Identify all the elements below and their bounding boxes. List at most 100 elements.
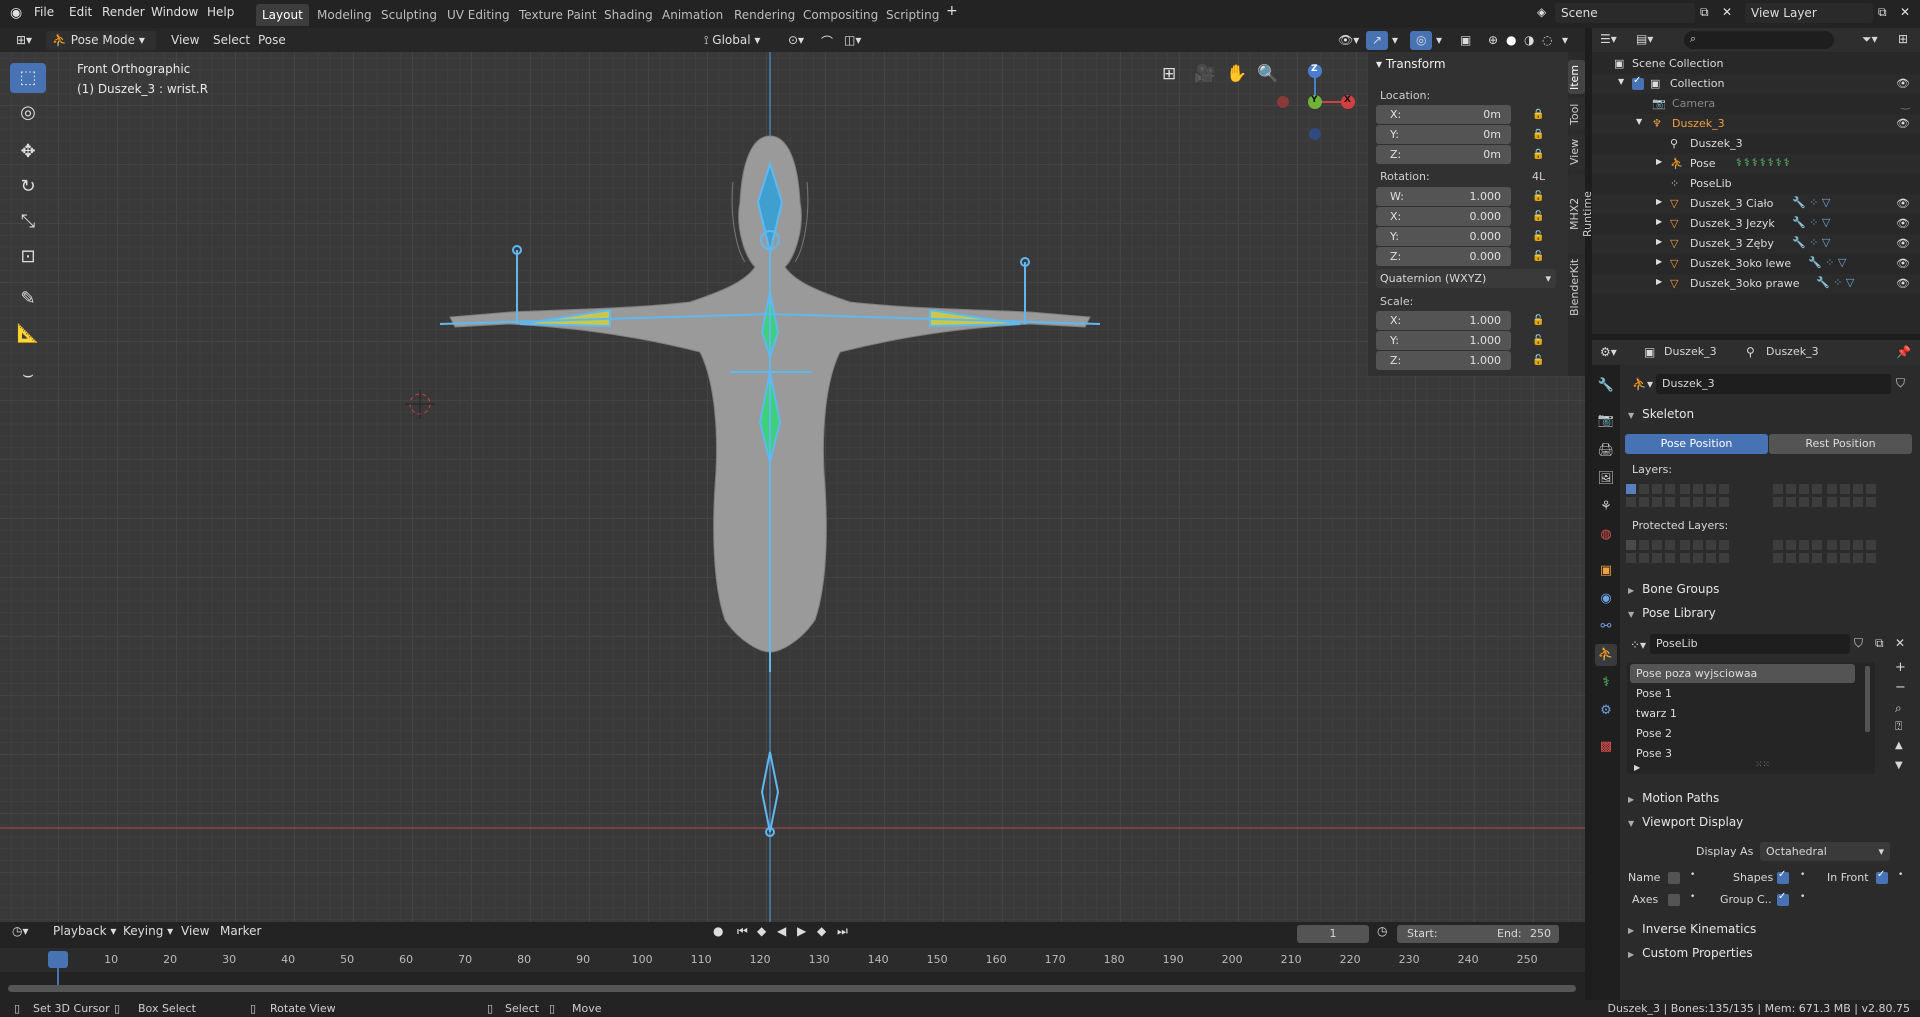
scale-x-field[interactable]: X: 1.000 xyxy=(1376,311,1511,330)
timeline-scrollbar[interactable] xyxy=(8,985,1576,992)
zoom-icon[interactable]: 🔍 xyxy=(1257,64,1278,84)
transform-tool-icon[interactable]: ⊡ xyxy=(10,242,46,272)
jump-start-icon[interactable]: ⏮ xyxy=(737,924,748,939)
timeline-editor-icon[interactable]: ◷▾ xyxy=(12,924,29,938)
tab-rendering[interactable]: Rendering xyxy=(728,4,801,26)
axes-checkbox[interactable] xyxy=(1668,894,1680,906)
layer-toggle[interactable] xyxy=(1705,539,1717,551)
overlay-dropdown-icon[interactable]: ▾ xyxy=(1430,31,1448,50)
remove-pose-icon[interactable]: − xyxy=(1895,680,1906,695)
grid-view-icon[interactable]: ⊞ xyxy=(1162,64,1176,84)
unlock-icon[interactable]: 🔓 xyxy=(1532,211,1544,222)
play-reverse-icon[interactable]: ◀ xyxy=(777,924,786,938)
new-collection-icon[interactable]: ⊞ xyxy=(1898,32,1908,46)
apply-pose-icon[interactable]: ⍰ xyxy=(1895,719,1902,734)
mode-selector[interactable]: ⛹ Pose Mode ▾ xyxy=(46,31,156,50)
layer-toggle[interactable] xyxy=(1826,552,1838,564)
layer-toggle[interactable] xyxy=(1772,496,1784,508)
layer-toggle[interactable] xyxy=(1839,539,1851,551)
resize-handle-icon[interactable]: ⁙⁙ xyxy=(1755,760,1770,770)
gizmo-y-label[interactable]: Y xyxy=(1311,95,1318,105)
outliner-row-armature-data[interactable]: ⚲ Duszek_3 xyxy=(1592,134,1920,154)
menu-render[interactable]: Render xyxy=(102,5,145,19)
list-item-selected[interactable]: Pose poza wyjsciowaa xyxy=(1630,664,1855,683)
move-up-icon[interactable]: ▲ xyxy=(1895,740,1903,751)
menu-playback[interactable]: Playback ▾ xyxy=(53,924,116,938)
eye-closed-icon[interactable]: ‿ xyxy=(1901,97,1910,110)
fake-user-shield-icon[interactable]: ⛉ xyxy=(1854,636,1863,651)
physics-tab-icon[interactable]: ◉ xyxy=(1595,588,1617,610)
bone-tab-icon[interactable]: ⚕ xyxy=(1595,672,1617,694)
play-icon[interactable]: ▶ xyxy=(797,924,806,938)
rotation-w-field[interactable]: W: 1.000 xyxy=(1376,187,1511,206)
layer-toggle[interactable] xyxy=(1852,496,1864,508)
eye-icon[interactable]: 👁 xyxy=(1896,77,1910,90)
layer-toggle[interactable] xyxy=(1651,483,1663,495)
output-tab-icon[interactable]: 🖨 xyxy=(1595,440,1617,462)
layer-toggle[interactable] xyxy=(1692,483,1704,495)
tab-layout[interactable]: Layout xyxy=(256,4,309,26)
layer-toggle[interactable] xyxy=(1692,552,1704,564)
constraints-tab-icon[interactable]: ⚯ xyxy=(1595,616,1617,638)
menu-marker[interactable]: Marker xyxy=(220,924,261,938)
layer-toggle[interactable] xyxy=(1772,539,1784,551)
layer-toggle[interactable] xyxy=(1772,552,1784,564)
rotate-tool-icon[interactable]: ↻ xyxy=(10,172,46,202)
layer-toggle[interactable] xyxy=(1798,483,1810,495)
3d-viewport[interactable]: Z Y X Front Orthographic (1) Duszek_3 : … xyxy=(0,52,1585,922)
annotate-tool-icon[interactable]: ✎ xyxy=(10,284,46,314)
transform-panel-title[interactable]: ▾ Transform xyxy=(1376,57,1446,71)
layer-toggle[interactable] xyxy=(1692,539,1704,551)
layer-toggle[interactable] xyxy=(1705,552,1717,564)
outliner-row-scene-collection[interactable]: ▣ Scene Collection xyxy=(1592,54,1920,74)
scene-selector[interactable]: Scene xyxy=(1555,3,1695,23)
rotation-z-field[interactable]: Z: 0.000 xyxy=(1376,247,1511,266)
inverse-kinematics-panel-header[interactable]: ▶ Inverse Kinematics xyxy=(1628,922,1756,936)
pivot-icon[interactable]: ⊙▾ xyxy=(782,31,810,50)
menu-pose[interactable]: Pose xyxy=(252,31,292,50)
tab-scripting[interactable]: Scripting xyxy=(880,4,945,26)
editor-type-icon[interactable]: ⊞▾ xyxy=(10,31,38,50)
layer-toggle[interactable] xyxy=(1865,552,1877,564)
layer-toggle[interactable] xyxy=(1664,552,1676,564)
menu-keying[interactable]: Keying ▾ xyxy=(123,924,173,938)
menu-window[interactable]: Window xyxy=(151,5,198,19)
filter-icon[interactable]: ⏷▾ xyxy=(1862,32,1878,47)
rotation-y-field[interactable]: Y: 0.000 xyxy=(1376,227,1511,246)
location-y-field[interactable]: Y: 0m xyxy=(1376,125,1511,144)
unlock-icon[interactable]: 🔓 xyxy=(1532,335,1544,346)
armature-name-field[interactable]: Duszek_3 xyxy=(1656,374,1891,394)
filter-expand-icon[interactable]: ▶ xyxy=(1634,763,1640,772)
layer-toggle[interactable] xyxy=(1852,483,1864,495)
menu-timeline-view[interactable]: View xyxy=(181,924,209,938)
layer-toggle[interactable] xyxy=(1839,483,1851,495)
layer-toggle[interactable] xyxy=(1664,539,1676,551)
jump-end-icon[interactable]: ⏭ xyxy=(837,924,848,939)
fake-user-shield-icon[interactable]: ⛉ xyxy=(1896,376,1905,391)
copy-scene-icon[interactable]: ⧉ xyxy=(1700,5,1709,20)
layer-toggle[interactable] xyxy=(1705,496,1717,508)
layer-toggle[interactable] xyxy=(1718,539,1730,551)
tab-item[interactable]: Item xyxy=(1568,60,1585,94)
tab-texture-paint[interactable]: Texture Paint xyxy=(513,4,602,26)
eye-icon[interactable]: 👁 xyxy=(1896,277,1910,290)
keyframe-dot-icon[interactable]: • xyxy=(1690,892,1695,902)
select-box-tool-icon[interactable]: ⬚ xyxy=(10,63,46,93)
visibility-icon[interactable]: 👁▾ xyxy=(1332,31,1365,50)
pan-hand-icon[interactable]: ✋ xyxy=(1226,64,1247,84)
layer-toggle[interactable] xyxy=(1785,496,1797,508)
camera-view-icon[interactable]: 🎥 xyxy=(1194,64,1215,84)
rotation-mode-dropdown[interactable]: Quaternion (WXYZ) ▾ xyxy=(1376,269,1556,288)
outliner-row-camera[interactable]: 📷 Camera ‿ xyxy=(1592,94,1920,114)
scale-tool-icon[interactable]: ⤡ xyxy=(10,207,46,237)
tab-compositing[interactable]: Compositing xyxy=(797,4,884,26)
outliner-row-collection[interactable]: ▼ ▣ Collection 👁 xyxy=(1592,74,1920,94)
layer-toggle[interactable] xyxy=(1811,483,1823,495)
world-tab-icon[interactable]: ◍ xyxy=(1595,524,1617,546)
eye-icon[interactable]: 👁 xyxy=(1896,217,1910,230)
unlock-icon[interactable]: 🔓 xyxy=(1532,315,1544,326)
layer-toggle[interactable] xyxy=(1826,483,1838,495)
preview-range-icon[interactable]: ◷ xyxy=(1377,924,1387,938)
outliner-row-mesh[interactable]: ▶ ▽ Duszek_3 Jezyk 🔧 ⁘ ▽ 👁 xyxy=(1592,214,1920,234)
outliner-editor-icon[interactable]: ☰▾ xyxy=(1600,32,1617,46)
